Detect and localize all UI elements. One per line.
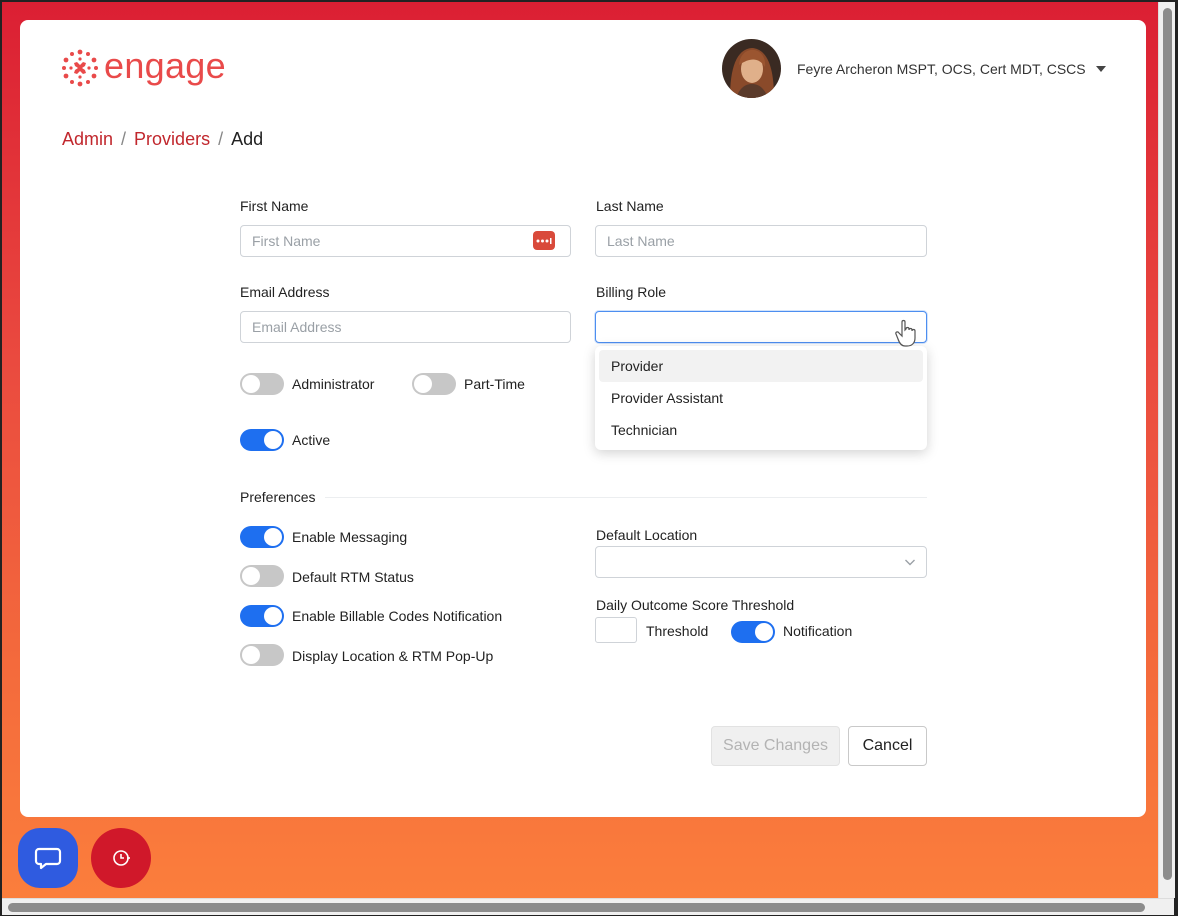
cancel-button[interactable]: Cancel bbox=[848, 726, 927, 766]
horizontal-scrollbar[interactable] bbox=[2, 898, 1174, 915]
toggle-knob bbox=[414, 375, 432, 393]
billing-role-label: Billing Role bbox=[596, 284, 667, 300]
last-name-label: Last Name bbox=[596, 198, 664, 214]
toggle-knob bbox=[242, 567, 260, 585]
default-rtm-status-toggle[interactable] bbox=[240, 565, 284, 587]
avatar[interactable] bbox=[722, 39, 781, 98]
billing-role-option-technician[interactable]: Technician bbox=[599, 414, 923, 446]
breadcrumb-current: Add bbox=[231, 129, 264, 149]
toggle-knob bbox=[242, 375, 260, 393]
display-location-popup-label: Display Location & RTM Pop-Up bbox=[292, 648, 494, 664]
engage-logo-icon bbox=[62, 49, 98, 87]
enable-messaging-toggle[interactable] bbox=[240, 526, 284, 548]
user-name[interactable]: Feyre Archeron MSPT, OCS, Cert MDT, CSCS bbox=[797, 61, 1086, 77]
billing-role-dropdown: Provider Provider Assistant Technician bbox=[595, 346, 927, 450]
app-background: engage Feyre Archeron MSPT, OCS, Cert MD… bbox=[2, 2, 1158, 898]
administrator-label: Administrator bbox=[292, 376, 375, 392]
scrollbar-thumb[interactable] bbox=[1163, 8, 1172, 880]
default-location-label: Default Location bbox=[596, 527, 698, 543]
main-card: engage Feyre Archeron MSPT, OCS, Cert MD… bbox=[20, 20, 1146, 817]
threshold-input[interactable] bbox=[595, 617, 637, 643]
toggle-knob bbox=[264, 431, 282, 449]
breadcrumb-separator: / bbox=[218, 129, 224, 149]
default-rtm-status-label: Default RTM Status bbox=[292, 569, 414, 585]
toggle-knob bbox=[242, 646, 260, 664]
logo[interactable]: engage bbox=[60, 48, 226, 88]
enable-messaging-label: Enable Messaging bbox=[292, 529, 408, 545]
active-label: Active bbox=[292, 432, 331, 448]
display-location-popup-toggle[interactable] bbox=[240, 644, 284, 666]
logo-text: engage bbox=[104, 45, 226, 86]
last-name-input[interactable] bbox=[595, 225, 927, 257]
billing-role-select[interactable] bbox=[595, 311, 927, 343]
timer-button[interactable] bbox=[91, 828, 151, 888]
default-location-select[interactable] bbox=[595, 546, 927, 578]
password-manager-icon[interactable] bbox=[533, 231, 555, 250]
notification-label: Notification bbox=[783, 623, 853, 639]
chevron-down-icon bbox=[905, 559, 915, 566]
chat-bubble-icon bbox=[34, 847, 62, 870]
enable-billable-codes-label: Enable Billable Codes Notification bbox=[292, 608, 503, 624]
part-time-label: Part-Time bbox=[464, 376, 525, 392]
first-name-label: First Name bbox=[240, 198, 309, 214]
enable-billable-codes-toggle[interactable] bbox=[240, 605, 284, 627]
timer-icon bbox=[113, 850, 130, 866]
active-toggle[interactable] bbox=[240, 429, 284, 451]
user-menu[interactable]: Feyre Archeron MSPT, OCS, Cert MDT, CSCS bbox=[722, 39, 1106, 98]
toggle-knob bbox=[264, 528, 282, 546]
save-changes-button[interactable]: Save Changes bbox=[711, 726, 840, 766]
breadcrumb-providers[interactable]: Providers bbox=[134, 129, 210, 150]
daily-outcome-label: Daily Outcome Score Threshold bbox=[596, 597, 795, 613]
preferences-title: Preferences bbox=[240, 489, 316, 505]
caret-down-icon[interactable] bbox=[1095, 65, 1106, 72]
breadcrumb-separator: / bbox=[121, 129, 127, 149]
billing-role-option-provider[interactable]: Provider bbox=[599, 350, 923, 382]
administrator-toggle[interactable] bbox=[240, 373, 284, 395]
billing-role-option-provider-assistant[interactable]: Provider Assistant bbox=[599, 382, 923, 414]
toggle-knob bbox=[755, 623, 773, 641]
breadcrumb-admin[interactable]: Admin bbox=[62, 129, 113, 150]
email-input[interactable] bbox=[240, 311, 571, 343]
first-name-input[interactable] bbox=[240, 225, 571, 257]
threshold-label: Threshold bbox=[646, 623, 709, 639]
scrollbar-thumb[interactable] bbox=[8, 903, 1145, 912]
toggle-knob bbox=[264, 607, 282, 625]
email-label: Email Address bbox=[240, 284, 330, 300]
breadcrumb: Admin / Providers / Add bbox=[62, 129, 263, 150]
section-divider bbox=[325, 497, 927, 498]
chat-button[interactable] bbox=[18, 828, 78, 888]
notification-toggle[interactable] bbox=[731, 621, 775, 643]
vertical-scrollbar[interactable] bbox=[1158, 2, 1175, 898]
hand-cursor-icon bbox=[895, 319, 916, 347]
part-time-toggle[interactable] bbox=[412, 373, 456, 395]
